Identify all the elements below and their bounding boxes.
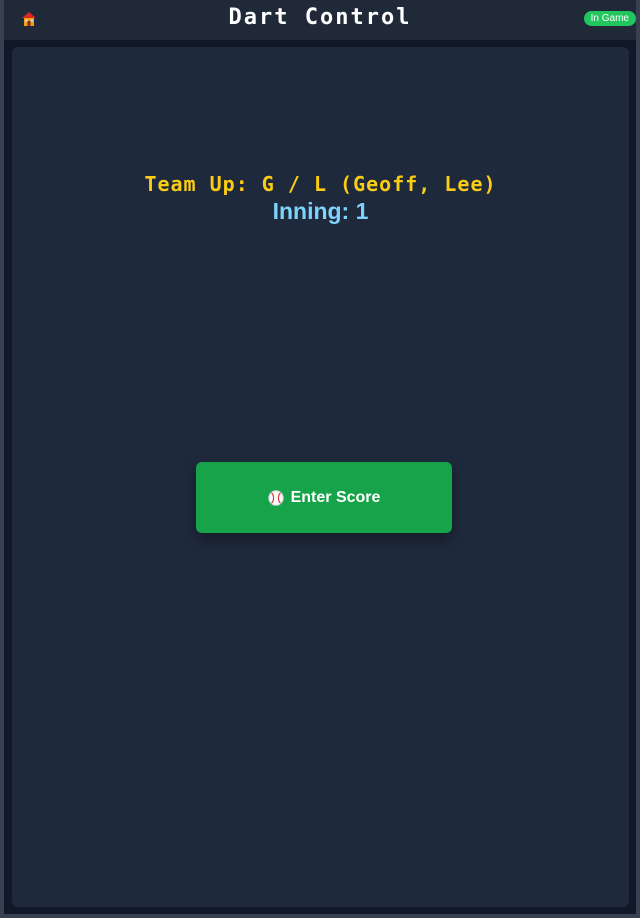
app-shell: Dart Control In Game Team Up: G / L (Geo… [0, 0, 640, 918]
game-panel: Team Up: G / L (Geoff, Lee) Inning: 1 En… [12, 47, 629, 907]
app-header: Dart Control In Game [4, 0, 636, 40]
inning-text: Inning: 1 [272, 198, 369, 224]
game-status-badge: In Game [583, 11, 636, 26]
enter-score-label: Enter Score [290, 488, 381, 506]
app-title: Dart Control [228, 5, 412, 30]
team-up-text: Team Up: G / L (Geoff, Lee) [144, 172, 497, 196]
baseball-icon [267, 489, 284, 506]
enter-score-button[interactable]: Enter Score [196, 462, 452, 533]
